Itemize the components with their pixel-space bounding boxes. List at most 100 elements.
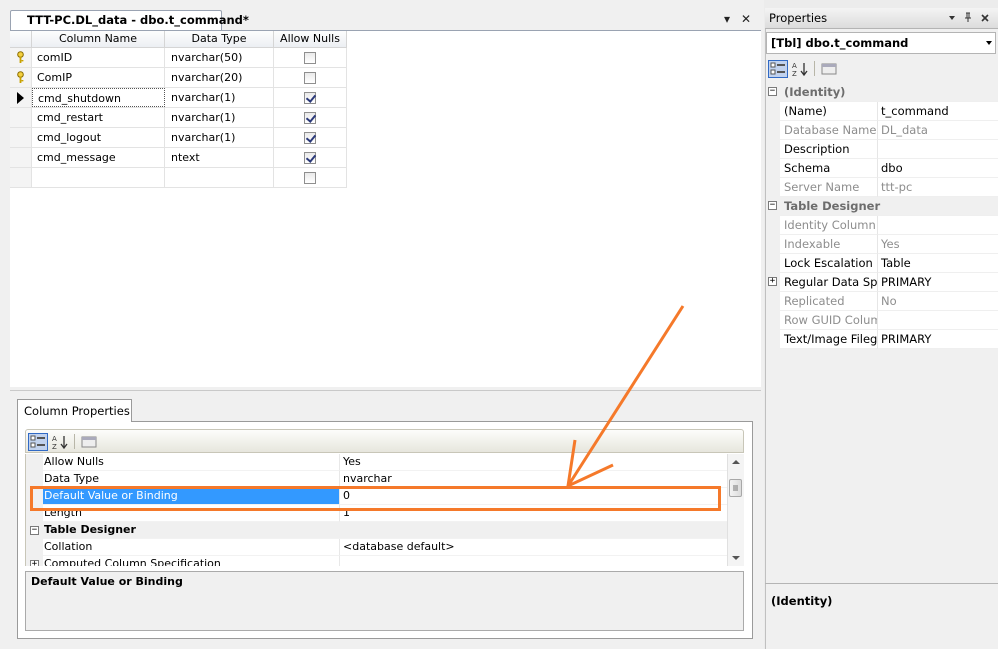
property-row[interactable]: Row GUID Colum	[766, 311, 998, 330]
alphabetical-button[interactable]: A Z	[50, 433, 70, 451]
row-selector[interactable]	[10, 168, 32, 187]
tab-column-properties-label: Column Properties	[24, 404, 130, 418]
allow-nulls-checkbox[interactable]	[304, 111, 316, 124]
property-row[interactable]: Server Name ttt-pc	[766, 178, 998, 197]
property-row[interactable]: Lock Escalation Table	[766, 254, 998, 273]
data-type-cell[interactable]: nvarchar(1)	[165, 108, 274, 127]
table-row[interactable]: comID nvarchar(50)	[10, 48, 347, 68]
document-list-dropdown-icon[interactable]: ▾	[724, 12, 730, 26]
data-type-header[interactable]: Data Type	[165, 31, 274, 47]
pin-icon[interactable]	[963, 12, 973, 23]
category-name: (Identity)	[780, 83, 998, 102]
key-icon	[17, 71, 24, 83]
property-value[interactable]: t_command	[878, 102, 998, 121]
chevron-down-icon[interactable]	[986, 41, 992, 45]
property-category[interactable]: − Table Designer	[766, 197, 998, 216]
object-selector[interactable]: [Tbl] dbo.t_command	[766, 32, 996, 54]
allow-nulls-checkbox[interactable]	[304, 171, 316, 184]
props-categorized-button[interactable]	[768, 60, 788, 78]
property-row[interactable]: Text/Image Filegr PRIMARY	[766, 330, 998, 349]
scroll-up-icon[interactable]	[732, 460, 740, 464]
collapse-icon[interactable]: −	[768, 201, 777, 210]
categorized-button[interactable]	[28, 433, 48, 451]
row-selector[interactable]	[10, 128, 32, 147]
expand-icon[interactable]: +	[30, 560, 39, 566]
table-row[interactable]	[10, 168, 347, 188]
property-value: No	[878, 292, 998, 311]
property-pages-button[interactable]	[79, 433, 99, 451]
column-name-cell[interactable]: comID	[32, 48, 165, 67]
column-properties-scrollbar[interactable]	[727, 454, 744, 566]
property-row[interactable]: + Computed Column Specification	[26, 556, 727, 566]
column-property-description: Default Value or Binding	[25, 571, 744, 631]
property-value[interactable]: Table	[878, 254, 998, 273]
property-row[interactable]: Indexable Yes	[766, 235, 998, 254]
close-properties-icon[interactable]	[980, 13, 990, 23]
table-row[interactable]: cmd_restart nvarchar(1)	[10, 108, 347, 128]
scrollbar-thumb[interactable]	[729, 479, 742, 497]
table-row[interactable]: cmd_shutdown nvarchar(1)	[10, 88, 347, 108]
table-row[interactable]: cmd_logout nvarchar(1)	[10, 128, 347, 148]
allow-nulls-checkbox[interactable]	[304, 51, 316, 64]
property-row[interactable]: Allow Nulls Yes	[26, 454, 727, 471]
property-row[interactable]: Database Name DL_data	[766, 121, 998, 140]
column-name-cell[interactable]	[32, 168, 165, 187]
column-name-cell[interactable]: cmd_message	[32, 148, 165, 167]
row-selector[interactable]	[10, 48, 32, 67]
data-type-cell[interactable]: ntext	[165, 148, 274, 167]
column-name-cell[interactable]: cmd_logout	[32, 128, 165, 147]
data-type-cell[interactable]: nvarchar(50)	[165, 48, 274, 67]
window-position-icon[interactable]	[947, 13, 957, 23]
property-name: Database Name	[780, 121, 878, 140]
table-row[interactable]: ComIP nvarchar(20)	[10, 68, 347, 88]
row-selector[interactable]	[10, 68, 32, 87]
column-name-cell[interactable]: cmd_shutdown	[32, 88, 165, 107]
property-row[interactable]: Schema dbo	[766, 159, 998, 178]
allow-nulls-cell	[274, 48, 347, 67]
property-row[interactable]: Identity Column	[766, 216, 998, 235]
collapse-icon[interactable]: −	[768, 87, 777, 96]
allow-nulls-checkbox[interactable]	[304, 151, 316, 164]
allow-nulls-checkbox[interactable]	[304, 71, 316, 84]
property-value[interactable]: PRIMARY	[878, 330, 998, 349]
allow-nulls-checkbox[interactable]	[304, 131, 316, 144]
row-selector[interactable]	[10, 88, 32, 107]
properties-description-divider[interactable]	[765, 583, 998, 587]
property-value[interactable]	[878, 140, 998, 159]
row-gutter	[766, 254, 780, 273]
data-type-cell[interactable]: nvarchar(20)	[165, 68, 274, 87]
close-document-icon[interactable]: ✕	[741, 12, 751, 26]
allow-nulls-header[interactable]: Allow Nulls	[274, 31, 347, 47]
property-value[interactable]: Yes	[340, 454, 727, 471]
property-row[interactable]: +Regular Data SpacPRIMARY	[766, 273, 998, 292]
tab-column-properties[interactable]: Column Properties	[17, 399, 132, 422]
column-name-cell[interactable]: ComIP	[32, 68, 165, 87]
column-name-header[interactable]: Column Name	[32, 31, 165, 47]
table-row[interactable]: cmd_message ntext	[10, 148, 347, 168]
property-value[interactable]	[340, 556, 727, 566]
expand-icon[interactable]: +	[768, 277, 777, 286]
property-row[interactable]: (Name) t_command	[766, 102, 998, 121]
property-value[interactable]: <database default>	[340, 539, 727, 556]
property-value[interactable]	[340, 522, 727, 539]
document-tab[interactable]: TTT-PC.DL_data - dbo.t_command*	[10, 10, 249, 30]
row-selector[interactable]	[10, 148, 32, 167]
collapse-icon[interactable]: −	[30, 526, 39, 535]
column-name-cell[interactable]: cmd_restart	[32, 108, 165, 127]
scroll-down-icon[interactable]	[732, 556, 740, 560]
props-property-pages-button[interactable]	[819, 60, 839, 78]
row-selector[interactable]	[10, 108, 32, 127]
property-row[interactable]: Replicated No	[766, 292, 998, 311]
property-category[interactable]: − (Identity)	[766, 83, 998, 102]
data-type-cell[interactable]: nvarchar(1)	[165, 88, 274, 107]
props-alphabetical-button[interactable]: A Z	[790, 60, 810, 78]
allow-nulls-checkbox[interactable]	[304, 91, 316, 104]
property-value[interactable]: dbo	[878, 159, 998, 178]
property-value[interactable]: PRIMARY	[878, 273, 998, 292]
property-name: Identity Column	[780, 216, 878, 235]
property-row[interactable]: Description	[766, 140, 998, 159]
property-category[interactable]: − Table Designer	[26, 522, 727, 539]
property-row[interactable]: Collation <database default>	[26, 539, 727, 556]
data-type-cell[interactable]	[165, 168, 274, 187]
data-type-cell[interactable]: nvarchar(1)	[165, 128, 274, 147]
